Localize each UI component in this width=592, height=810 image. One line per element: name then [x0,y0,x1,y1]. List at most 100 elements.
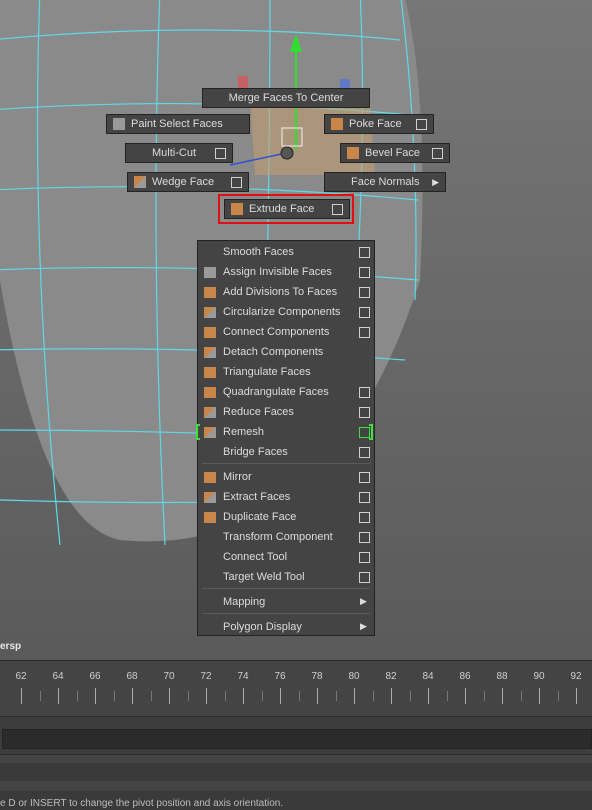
option-box[interactable] [359,572,370,583]
bevel-face-icon [347,147,359,159]
option-box[interactable] [359,492,370,503]
menu-item-transform-component[interactable]: Transform Component [198,527,374,547]
menu-item-mapping[interactable]: Mapping ▶ [198,592,374,612]
timeline-minor-tick [446,691,448,701]
option-box[interactable] [359,472,370,483]
timeline-tick-label: 64 [52,671,64,682]
poke-face-item[interactable]: Poke Face [324,114,434,134]
bevel-face-item[interactable]: Bevel Face [340,143,450,163]
multi-cut-options-box[interactable] [215,147,226,159]
option-box[interactable] [359,512,370,523]
timeline-tick [169,688,170,704]
menu-item-quadrangulate-faces[interactable]: Quadrangulate Faces [198,382,374,402]
face-normals-item[interactable]: Face Normals ▶ [324,172,446,192]
option-box[interactable] [359,247,370,258]
menu-item-connect-tool[interactable]: Connect Tool [198,547,374,567]
detach-components-icon [204,347,216,358]
wedge-face-item[interactable]: Wedge Face [127,172,249,192]
option-box[interactable] [359,307,370,318]
timeline-tick-label: 82 [385,671,397,682]
menu-item-duplicate-face[interactable]: Duplicate Face [198,507,374,527]
timeline-minor-tick [372,691,374,701]
menu-item-add-divisions-to-faces[interactable]: Add Divisions To Faces [198,282,374,302]
option-box[interactable] [359,447,370,458]
timeline-minor-tick [557,691,559,701]
connect-components-icon [204,327,216,338]
range-slider-bar [0,716,592,755]
multi-cut-item[interactable]: Multi-Cut [125,143,233,163]
menu-item-bridge-faces[interactable]: Bridge Faces [198,442,374,462]
reduce-faces-icon [204,407,216,418]
option-box[interactable] [359,327,370,338]
hotbox-bracket-right [369,424,373,440]
duplicate-face-icon [204,512,216,523]
timeline-minor-tick [76,691,78,701]
timeline-minor-tick [261,691,263,701]
wedge-face-icon [134,176,146,188]
command-line-bar [0,754,592,791]
option-box[interactable] [359,267,370,278]
poke-face-options-box[interactable] [416,118,427,130]
perspective-viewport[interactable]: Merge Faces To Center Paint Select Faces… [0,0,592,660]
menu-item-detach-components[interactable]: Detach Components [198,342,374,362]
timeline-tick-label: 90 [533,671,545,682]
timeline-tick [95,688,96,704]
menu-item-mirror[interactable]: Mirror [198,467,374,487]
paint-select-faces-item[interactable]: Paint Select Faces [106,114,250,134]
extrude-face-item[interactable]: Extrude Face [224,199,350,219]
timeline-minor-tick [224,691,226,701]
extrude-face-options-box[interactable] [332,203,343,215]
option-box[interactable] [359,287,370,298]
timeline-tick [206,688,207,704]
command-line-input[interactable] [0,763,592,781]
hotbox-bracket-left [196,424,200,440]
submenu-arrow-icon: ▶ [360,596,367,606]
option-box[interactable] [359,407,370,418]
timeline-minor-tick [39,691,41,701]
timeline-tick [317,688,318,704]
paint-brush-icon [113,118,125,130]
merge-faces-to-center-item[interactable]: Merge Faces To Center [202,88,370,108]
option-box[interactable] [359,552,370,563]
triangulate-icon [204,367,216,378]
menu-divider [202,463,370,464]
menu-item-target-weld-tool[interactable]: Target Weld Tool [198,567,374,587]
menu-item-remesh[interactable]: Remesh [196,422,374,442]
timeline-tick [539,688,540,704]
time-slider[interactable]: 62 64 66 68 70 72 74 76 78 80 82 84 86 88 90 92 [0,660,592,717]
menu-item-extract-faces[interactable]: Extract Faces [198,487,374,507]
timeline-tick-label: 76 [274,671,286,682]
timeline-minor-tick [483,691,485,701]
menu-item-reduce-faces[interactable]: Reduce Faces [198,402,374,422]
timeline-tick-label: 88 [496,671,508,682]
menu-item-circularize-components[interactable]: Circularize Components [198,302,374,322]
timeline-tick [243,688,244,704]
timeline-tick [502,688,503,704]
timeline-tick-label: 92 [570,671,582,682]
timeline-minor-tick [113,691,115,701]
timeline-minor-tick [409,691,411,701]
timeline-tick-label: 74 [237,671,249,682]
bevel-face-options-box[interactable] [432,147,443,159]
menu-item-connect-components[interactable]: Connect Components [198,322,374,342]
option-box[interactable] [359,532,370,543]
timeline-tick-label: 66 [89,671,101,682]
menu-item-smooth-faces[interactable]: Smooth Faces [198,242,374,262]
menu-item-triangulate-faces[interactable]: Triangulate Faces [198,362,374,382]
timeline-tick-label: 80 [348,671,360,682]
extrude-face-icon [231,203,243,215]
mirror-icon [204,472,216,483]
help-line: e D or INSERT to change the pivot positi… [0,798,284,809]
timeline-tick [280,688,281,704]
timeline-tick [391,688,392,704]
timeline-tick [58,688,59,704]
menu-item-assign-invisible-faces[interactable]: Assign Invisible Faces [198,262,374,282]
menu-item-polygon-display[interactable]: Polygon Display ▶ [198,617,374,637]
timeline-tick [354,688,355,704]
wedge-face-options-box[interactable] [231,176,242,188]
poke-face-icon [331,118,343,130]
option-box[interactable] [359,387,370,398]
range-slider[interactable] [2,729,592,749]
timeline-tick-label: 68 [126,671,138,682]
timeline-tick-label: 70 [163,671,175,682]
